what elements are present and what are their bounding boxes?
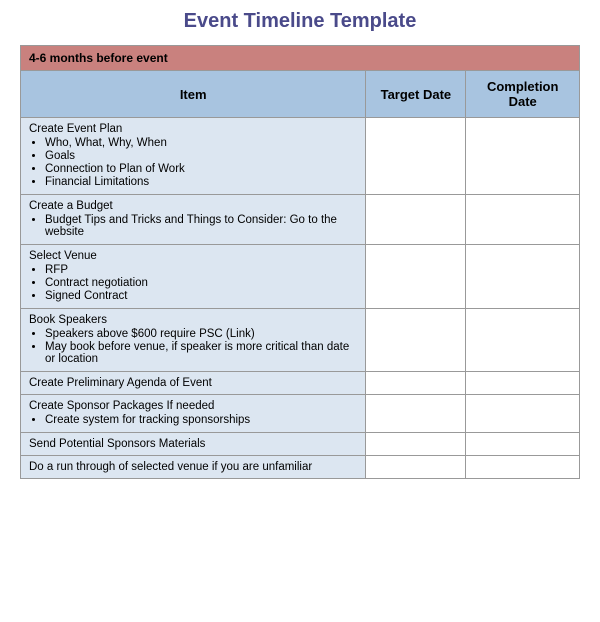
item-bullets: Budget Tips and Tricks and Things to Con… (45, 214, 357, 238)
row-item-cell: Send Potential Sponsors Materials (21, 433, 366, 456)
table-row: Create Preliminary Agenda of Event (21, 372, 580, 395)
row-completion-date-cell (466, 245, 580, 309)
list-item: Speakers above $600 require PSC (Link) (45, 328, 357, 340)
table-row: Send Potential Sponsors Materials (21, 433, 580, 456)
item-bullets: RFP Contract negotiation Signed Contract (45, 264, 357, 302)
list-item: Budget Tips and Tricks and Things to Con… (45, 214, 357, 238)
row-item-cell: Create Event Plan Who, What, Why, When G… (21, 118, 366, 195)
row-completion-date-cell (466, 372, 580, 395)
page-title: Event Timeline Template (20, 10, 580, 33)
row-item-cell: Select Venue RFP Contract negotiation Si… (21, 245, 366, 309)
table-row: Create Event Plan Who, What, Why, When G… (21, 118, 580, 195)
list-item: Signed Contract (45, 290, 357, 302)
column-header-row: Item Target Date Completion Date (21, 71, 580, 118)
section-header-label: 4-6 months before event (21, 46, 580, 71)
list-item: Who, What, Why, When (45, 137, 357, 149)
table-row: Book Speakers Speakers above $600 requir… (21, 309, 580, 372)
item-title: Do a run through of selected venue if yo… (29, 461, 312, 473)
table-row: Create a Budget Budget Tips and Tricks a… (21, 195, 580, 245)
item-title: Book Speakers (29, 314, 107, 326)
row-target-date-cell (366, 372, 466, 395)
list-item: Contract negotiation (45, 277, 357, 289)
row-item-cell: Create Preliminary Agenda of Event (21, 372, 366, 395)
item-title: Create a Budget (29, 200, 113, 212)
item-title: Create Preliminary Agenda of Event (29, 377, 212, 389)
row-completion-date-cell (466, 456, 580, 479)
list-item: Connection to Plan of Work (45, 163, 357, 175)
row-target-date-cell (366, 433, 466, 456)
col-target-date: Target Date (366, 71, 466, 118)
list-item: Financial Limitations (45, 176, 357, 188)
row-target-date-cell (366, 195, 466, 245)
table-row: Create Sponsor Packages If needed Create… (21, 395, 580, 433)
row-completion-date-cell (466, 118, 580, 195)
item-title: Select Venue (29, 250, 97, 262)
item-bullets: Who, What, Why, When Goals Connection to… (45, 137, 357, 188)
table-row: Select Venue RFP Contract negotiation Si… (21, 245, 580, 309)
row-target-date-cell (366, 309, 466, 372)
table-row: Do a run through of selected venue if yo… (21, 456, 580, 479)
row-completion-date-cell (466, 395, 580, 433)
item-title: Send Potential Sponsors Materials (29, 438, 205, 450)
list-item: RFP (45, 264, 357, 276)
row-completion-date-cell (466, 309, 580, 372)
list-item: May book before venue, if speaker is mor… (45, 341, 357, 365)
row-item-cell: Do a run through of selected venue if yo… (21, 456, 366, 479)
timeline-table: 4-6 months before event Item Target Date… (20, 45, 580, 479)
row-target-date-cell (366, 118, 466, 195)
section-header-row: 4-6 months before event (21, 46, 580, 71)
item-bullets: Speakers above $600 require PSC (Link) M… (45, 328, 357, 365)
row-completion-date-cell (466, 433, 580, 456)
row-item-cell: Create a Budget Budget Tips and Tricks a… (21, 195, 366, 245)
list-item: Goals (45, 150, 357, 162)
col-completion-date: Completion Date (466, 71, 580, 118)
col-item: Item (21, 71, 366, 118)
row-target-date-cell (366, 456, 466, 479)
item-bullets: Create system for tracking sponsorships (45, 414, 357, 426)
item-title: Create Sponsor Packages If needed (29, 400, 214, 412)
row-item-cell: Create Sponsor Packages If needed Create… (21, 395, 366, 433)
row-item-cell: Book Speakers Speakers above $600 requir… (21, 309, 366, 372)
list-item: Create system for tracking sponsorships (45, 414, 357, 426)
item-title: Create Event Plan (29, 123, 122, 135)
row-completion-date-cell (466, 195, 580, 245)
row-target-date-cell (366, 395, 466, 433)
row-target-date-cell (366, 245, 466, 309)
